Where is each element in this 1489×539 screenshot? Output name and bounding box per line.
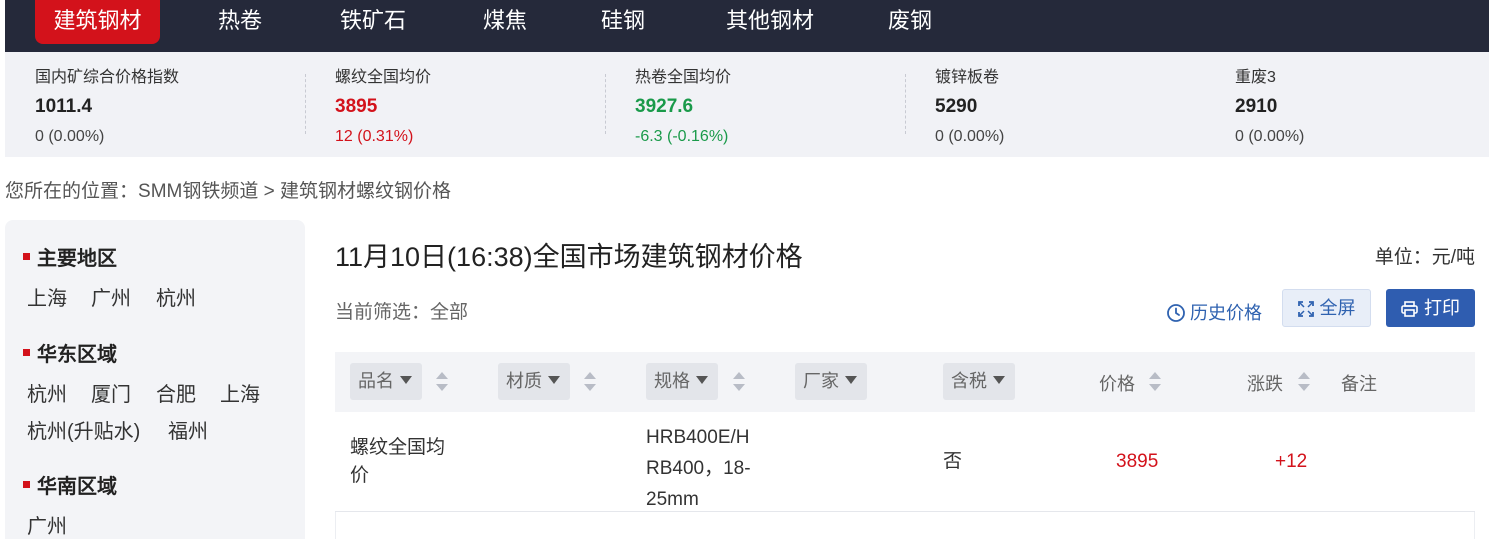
breadcrumb: 您所在的位置：SMM钢铁频道 > 建筑钢材螺纹钢价格 — [5, 176, 451, 203]
breadcrumb-separator: > — [258, 181, 280, 202]
region-sidebar: 主要地区 上海 广州 杭州 华东区域 杭州 厦门 合肥 上海 杭州(升贴水) 福… — [5, 220, 305, 539]
ticker-name: 重废3 — [1235, 69, 1276, 86]
region-link-shanghai[interactable]: 上海 — [27, 282, 67, 311]
table-row[interactable]: 螺纹全国均 价 HRB400E/H RB400，18- 25mm 否 3895 … — [335, 412, 1475, 512]
ticker-item[interactable]: 镀锌板卷 5290 0 (0.00%) — [905, 52, 1195, 157]
ticker-change: 0 (0.00%) — [935, 128, 1005, 145]
top-nav: 建筑钢材 热卷 铁矿石 煤焦 硅钢 其他钢材 废钢 — [5, 0, 1489, 52]
nav-item-scrap-steel[interactable]: 废钢 — [865, 0, 955, 44]
table-header: 品名 材质 规格 厂家 含税 价格 涨跌 备注 — [335, 352, 1475, 412]
nav-item-other-steel[interactable]: 其他钢材 — [705, 0, 835, 44]
region-link-hangzhou-premium[interactable]: 杭州(升贴水) — [27, 415, 140, 444]
red-square-icon — [23, 253, 30, 261]
region-link-shanghai[interactable]: 上海 — [220, 378, 260, 407]
ticker-change: -6.3 (-0.16%) — [635, 128, 729, 145]
region-title-south-china: 华南区域 — [23, 470, 117, 499]
expand-icon — [1297, 301, 1314, 317]
nav-item-coal-coke[interactable]: 煤焦 — [460, 0, 550, 44]
current-filter: 当前筛选：全部 — [335, 297, 468, 324]
cell-name: 螺纹全国均 价 — [350, 437, 446, 486]
price-ticker: 国内矿综合价格指数 1011.4 0 (0.00%) 螺纹全国均价 3895 1… — [5, 52, 1489, 157]
dropdown-arrow-icon — [400, 376, 412, 385]
ticker-price: 3927.6 — [635, 96, 694, 117]
region-link-guangzhou[interactable]: 广州 — [91, 282, 131, 311]
breadcrumb-home-link[interactable]: SMM钢铁频道 — [138, 181, 258, 202]
nav-item-iron-ore[interactable]: 铁矿石 — [323, 0, 423, 44]
ticker-item[interactable]: 重废3 2910 0 (0.00%) — [1235, 52, 1475, 157]
unit-label: 单位：元/吨 — [1374, 247, 1475, 268]
ticker-change: 0 (0.00%) — [1235, 128, 1305, 145]
printer-icon — [1401, 301, 1418, 317]
ticker-price: 3895 — [335, 96, 378, 117]
ticker-name: 热卷全国均价 — [635, 69, 732, 86]
nav-item-building-steel[interactable]: 建筑钢材 — [35, 0, 160, 44]
red-square-icon — [23, 349, 30, 357]
spec-filter-dropdown[interactable]: 规格 — [646, 363, 718, 400]
dropdown-arrow-icon — [696, 376, 708, 385]
cell-tax: 否 — [943, 451, 963, 472]
material-filter-dropdown[interactable]: 材质 — [498, 363, 570, 400]
price-column-header: 价格 — [1099, 374, 1135, 394]
cell-change: +12 — [1275, 451, 1308, 472]
cell-price: 3895 — [1116, 451, 1159, 472]
breadcrumb-current: 建筑钢材螺纹钢价格 — [280, 181, 452, 202]
dropdown-arrow-icon — [845, 376, 857, 385]
region-link-hangzhou[interactable]: 杭州 — [27, 378, 67, 407]
ticker-price: 2910 — [1235, 96, 1278, 117]
sort-spec-icon[interactable] — [733, 370, 745, 394]
ticker-divider — [305, 74, 306, 134]
cell-spec: HRB400E/H RB400，18- 25mm — [646, 427, 751, 510]
ticker-name: 镀锌板卷 — [935, 69, 1000, 86]
red-square-icon — [23, 481, 30, 489]
note-column-header: 备注 — [1341, 374, 1377, 394]
ticker-price: 5290 — [935, 96, 978, 117]
dropdown-arrow-icon — [548, 376, 560, 385]
tax-filter-dropdown[interactable]: 含税 — [943, 363, 1015, 400]
fullscreen-button[interactable]: 全屏 — [1282, 289, 1371, 327]
region-link-guangzhou[interactable]: 广州 — [27, 510, 67, 539]
filter-label: 当前筛选： — [335, 302, 431, 323]
name-filter-dropdown[interactable]: 品名 — [350, 363, 422, 400]
print-button[interactable]: 打印 — [1386, 289, 1475, 327]
filter-value: 全部 — [430, 302, 469, 323]
ticker-item[interactable]: 国内矿综合价格指数 1011.4 0 (0.00%) — [35, 52, 295, 157]
ticker-item[interactable]: 螺纹全国均价 3895 12 (0.31%) — [305, 52, 595, 157]
nav-item-hot-rolled-coil[interactable]: 热卷 — [195, 0, 285, 44]
ticker-name: 螺纹全国均价 — [335, 69, 432, 86]
region-link-hefei[interactable]: 合肥 — [156, 378, 196, 407]
sort-price-icon[interactable] — [1149, 370, 1161, 394]
region-title-main: 主要地区 — [23, 242, 117, 271]
sort-change-icon[interactable] — [1298, 370, 1310, 394]
region-title-east-china: 华东区域 — [23, 338, 117, 367]
page-title: 11月10日(16:38)全国市场建筑钢材价格 — [335, 242, 803, 272]
ticker-divider — [605, 74, 606, 134]
ticker-change: 0 (0.00%) — [35, 128, 105, 145]
nav-item-silicon-steel[interactable]: 硅钢 — [578, 0, 668, 44]
breadcrumb-prefix: 您所在的位置： — [5, 181, 139, 202]
ticker-change: 12 (0.31%) — [335, 128, 414, 145]
dropdown-arrow-icon — [993, 376, 1005, 385]
region-link-xiamen[interactable]: 厦门 — [91, 378, 131, 407]
clock-icon — [1167, 304, 1185, 322]
ticker-divider — [905, 74, 906, 134]
table-row[interactable] — [335, 512, 1475, 539]
ticker-price: 1011.4 — [35, 96, 93, 117]
region-link-hangzhou[interactable]: 杭州 — [156, 282, 196, 311]
sort-name-icon[interactable] — [436, 370, 448, 394]
region-link-fuzhou[interactable]: 福州 — [168, 415, 208, 444]
maker-filter-dropdown[interactable]: 厂家 — [795, 363, 867, 400]
change-column-header: 涨跌 — [1247, 374, 1283, 394]
ticker-name: 国内矿综合价格指数 — [35, 69, 180, 86]
history-price-button[interactable]: 历史价格 — [1166, 299, 1262, 325]
ticker-item[interactable]: 热卷全国均价 3927.6 -6.3 (-0.16%) — [605, 52, 895, 157]
sort-material-icon[interactable] — [584, 370, 596, 394]
